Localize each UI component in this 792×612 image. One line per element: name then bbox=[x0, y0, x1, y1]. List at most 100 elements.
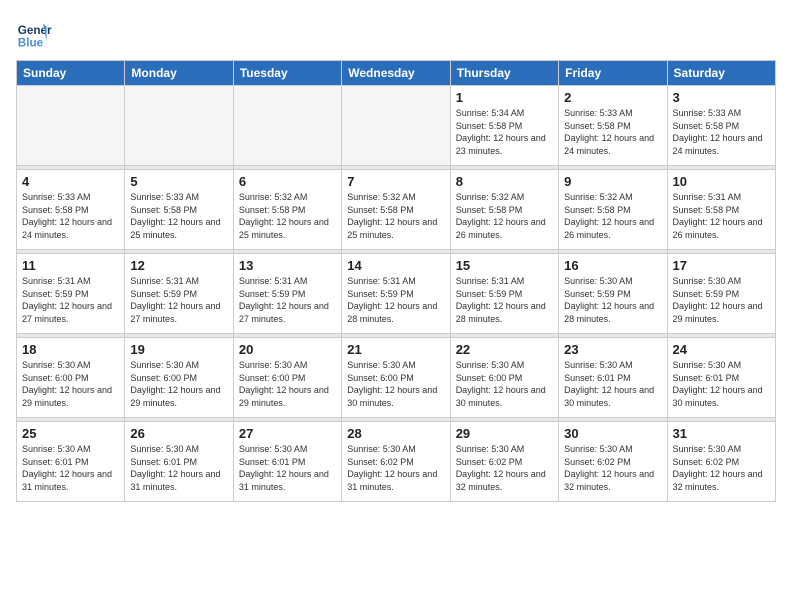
calendar-cell: 26Sunrise: 5:30 AM Sunset: 6:01 PM Dayli… bbox=[125, 422, 233, 502]
calendar-cell: 7 Sunrise: 5:32 AM Sunset: 5:58 PM Daylig… bbox=[342, 170, 450, 250]
calendar-cell: 10 Sunrise: 5:31 AM Sunset: 5:58 PM Dayli… bbox=[667, 170, 775, 250]
day-detail: Sunrise: 5:31 AM Sunset: 5:59 PM Dayligh… bbox=[22, 275, 119, 325]
svg-text:Blue: Blue bbox=[18, 37, 44, 50]
day-number: 22 bbox=[456, 342, 553, 357]
day-number: 29 bbox=[456, 426, 553, 441]
day-number: 10 bbox=[673, 174, 770, 189]
day-number: 24 bbox=[673, 342, 770, 357]
day-detail: Sunrise: 5:33 AM Sunset: 5:58 PM Dayligh… bbox=[564, 107, 661, 157]
day-detail: Sunrise: 5:32 AM Sunset: 5:58 PM Dayligh… bbox=[347, 191, 444, 241]
svg-text:General: General bbox=[18, 24, 52, 37]
day-detail: Sunrise: 5:30 AM Sunset: 6:02 PM Dayligh… bbox=[347, 443, 444, 493]
day-detail: Sunrise: 5:34 AM Sunset: 5:58 PM Dayligh… bbox=[456, 107, 553, 157]
calendar-header-row: SundayMondayTuesdayWednesdayThursdayFrid… bbox=[17, 61, 776, 86]
day-number: 28 bbox=[347, 426, 444, 441]
calendar-week-row: 1 Sunrise: 5:34 AM Sunset: 5:58 PM Daylig… bbox=[17, 86, 776, 166]
day-detail: Sunrise: 5:30 AM Sunset: 6:00 PM Dayligh… bbox=[456, 359, 553, 409]
day-number: 12 bbox=[130, 258, 227, 273]
logo: General Blue bbox=[16, 16, 52, 52]
day-detail: Sunrise: 5:33 AM Sunset: 5:58 PM Dayligh… bbox=[130, 191, 227, 241]
day-detail: Sunrise: 5:30 AM Sunset: 6:00 PM Dayligh… bbox=[239, 359, 336, 409]
day-detail: Sunrise: 5:31 AM Sunset: 5:59 PM Dayligh… bbox=[239, 275, 336, 325]
day-detail: Sunrise: 5:30 AM Sunset: 5:59 PM Dayligh… bbox=[673, 275, 770, 325]
day-number: 16 bbox=[564, 258, 661, 273]
calendar-cell: 6 Sunrise: 5:32 AM Sunset: 5:58 PM Daylig… bbox=[233, 170, 341, 250]
day-number: 1 bbox=[456, 90, 553, 105]
calendar-cell: 30 Sunrise: 5:30 AM Sunset: 6:02 PM Dayli… bbox=[559, 422, 667, 502]
calendar-cell: 27 Sunrise: 5:30 AM Sunset: 6:01 PM Dayli… bbox=[233, 422, 341, 502]
calendar-cell: 4 Sunrise: 5:33 AM Sunset: 5:58 PM Daylig… bbox=[17, 170, 125, 250]
calendar-cell bbox=[17, 86, 125, 166]
day-number: 15 bbox=[456, 258, 553, 273]
calendar-week-row: 18 Sunrise: 5:30 AM Sunset: 6:00 PM Dayli… bbox=[17, 338, 776, 418]
calendar-table: SundayMondayTuesdayWednesdayThursdayFrid… bbox=[16, 60, 776, 502]
day-detail: Sunrise: 5:30 AM Sunset: 6:01 PM Dayligh… bbox=[130, 443, 227, 493]
day-detail: Sunrise: 5:31 AM Sunset: 5:59 PM Dayligh… bbox=[456, 275, 553, 325]
day-number: 3 bbox=[673, 90, 770, 105]
day-detail: Sunrise: 5:30 AM Sunset: 6:02 PM Dayligh… bbox=[673, 443, 770, 493]
calendar-week-row: 11 Sunrise: 5:31 AM Sunset: 5:59 PM Dayli… bbox=[17, 254, 776, 334]
day-number: 9 bbox=[564, 174, 661, 189]
day-number: 6 bbox=[239, 174, 336, 189]
calendar-cell: 21 Sunrise: 5:30 AM Sunset: 6:00 PM Dayli… bbox=[342, 338, 450, 418]
col-header-monday: Monday bbox=[125, 61, 233, 86]
calendar-cell: 17Sunrise: 5:30 AM Sunset: 5:59 PM Dayli… bbox=[667, 254, 775, 334]
calendar-cell: 14Sunrise: 5:31 AM Sunset: 5:59 PM Dayli… bbox=[342, 254, 450, 334]
day-number: 4 bbox=[22, 174, 119, 189]
calendar-cell: 28 Sunrise: 5:30 AM Sunset: 6:02 PM Dayli… bbox=[342, 422, 450, 502]
day-detail: Sunrise: 5:33 AM Sunset: 5:58 PM Dayligh… bbox=[673, 107, 770, 157]
logo-icon: General Blue bbox=[16, 16, 52, 52]
calendar-cell: 11 Sunrise: 5:31 AM Sunset: 5:59 PM Dayli… bbox=[17, 254, 125, 334]
page-header: General Blue bbox=[16, 16, 776, 52]
col-header-wednesday: Wednesday bbox=[342, 61, 450, 86]
calendar-cell: 18 Sunrise: 5:30 AM Sunset: 6:00 PM Dayli… bbox=[17, 338, 125, 418]
calendar-cell: 13Sunrise: 5:31 AM Sunset: 5:59 PM Dayli… bbox=[233, 254, 341, 334]
day-detail: Sunrise: 5:32 AM Sunset: 5:58 PM Dayligh… bbox=[239, 191, 336, 241]
day-number: 18 bbox=[22, 342, 119, 357]
col-header-friday: Friday bbox=[559, 61, 667, 86]
day-number: 14 bbox=[347, 258, 444, 273]
day-detail: Sunrise: 5:30 AM Sunset: 5:59 PM Dayligh… bbox=[564, 275, 661, 325]
calendar-cell: 24 Sunrise: 5:30 AM Sunset: 6:01 PM Dayli… bbox=[667, 338, 775, 418]
day-number: 11 bbox=[22, 258, 119, 273]
calendar-cell: 31 Sunrise: 5:30 AM Sunset: 6:02 PM Dayli… bbox=[667, 422, 775, 502]
day-number: 7 bbox=[347, 174, 444, 189]
calendar-cell: 9 Sunrise: 5:32 AM Sunset: 5:58 PM Daylig… bbox=[559, 170, 667, 250]
day-number: 2 bbox=[564, 90, 661, 105]
day-number: 8 bbox=[456, 174, 553, 189]
calendar-cell: 22 Sunrise: 5:30 AM Sunset: 6:00 PM Dayli… bbox=[450, 338, 558, 418]
day-detail: Sunrise: 5:33 AM Sunset: 5:58 PM Dayligh… bbox=[22, 191, 119, 241]
calendar-cell: 16 Sunrise: 5:30 AM Sunset: 5:59 PM Dayli… bbox=[559, 254, 667, 334]
day-number: 27 bbox=[239, 426, 336, 441]
col-header-saturday: Saturday bbox=[667, 61, 775, 86]
day-detail: Sunrise: 5:30 AM Sunset: 6:01 PM Dayligh… bbox=[239, 443, 336, 493]
calendar-cell: 15 Sunrise: 5:31 AM Sunset: 5:59 PM Dayli… bbox=[450, 254, 558, 334]
calendar-cell: 29Sunrise: 5:30 AM Sunset: 6:02 PM Dayli… bbox=[450, 422, 558, 502]
day-number: 19 bbox=[130, 342, 227, 357]
day-number: 23 bbox=[564, 342, 661, 357]
calendar-cell: 25 Sunrise: 5:30 AM Sunset: 6:01 PM Dayli… bbox=[17, 422, 125, 502]
day-detail: Sunrise: 5:30 AM Sunset: 6:00 PM Dayligh… bbox=[22, 359, 119, 409]
calendar-cell: 1 Sunrise: 5:34 AM Sunset: 5:58 PM Daylig… bbox=[450, 86, 558, 166]
day-number: 25 bbox=[22, 426, 119, 441]
calendar-cell: 5Sunrise: 5:33 AM Sunset: 5:58 PM Daylig… bbox=[125, 170, 233, 250]
day-detail: Sunrise: 5:30 AM Sunset: 6:01 PM Dayligh… bbox=[673, 359, 770, 409]
calendar-week-row: 4 Sunrise: 5:33 AM Sunset: 5:58 PM Daylig… bbox=[17, 170, 776, 250]
day-number: 30 bbox=[564, 426, 661, 441]
calendar-cell: 19Sunrise: 5:30 AM Sunset: 6:00 PM Dayli… bbox=[125, 338, 233, 418]
day-detail: Sunrise: 5:30 AM Sunset: 6:01 PM Dayligh… bbox=[22, 443, 119, 493]
calendar-cell: 20Sunrise: 5:30 AM Sunset: 6:00 PM Dayli… bbox=[233, 338, 341, 418]
col-header-sunday: Sunday bbox=[17, 61, 125, 86]
day-detail: Sunrise: 5:30 AM Sunset: 6:02 PM Dayligh… bbox=[564, 443, 661, 493]
calendar-cell: 12Sunrise: 5:31 AM Sunset: 5:59 PM Dayli… bbox=[125, 254, 233, 334]
col-header-tuesday: Tuesday bbox=[233, 61, 341, 86]
day-detail: Sunrise: 5:31 AM Sunset: 5:58 PM Dayligh… bbox=[673, 191, 770, 241]
calendar-cell: 8Sunrise: 5:32 AM Sunset: 5:58 PM Daylig… bbox=[450, 170, 558, 250]
calendar-cell: 23 Sunrise: 5:30 AM Sunset: 6:01 PM Dayli… bbox=[559, 338, 667, 418]
day-detail: Sunrise: 5:30 AM Sunset: 6:00 PM Dayligh… bbox=[347, 359, 444, 409]
day-number: 31 bbox=[673, 426, 770, 441]
day-detail: Sunrise: 5:32 AM Sunset: 5:58 PM Dayligh… bbox=[564, 191, 661, 241]
day-number: 21 bbox=[347, 342, 444, 357]
calendar-cell bbox=[125, 86, 233, 166]
day-detail: Sunrise: 5:30 AM Sunset: 6:01 PM Dayligh… bbox=[564, 359, 661, 409]
